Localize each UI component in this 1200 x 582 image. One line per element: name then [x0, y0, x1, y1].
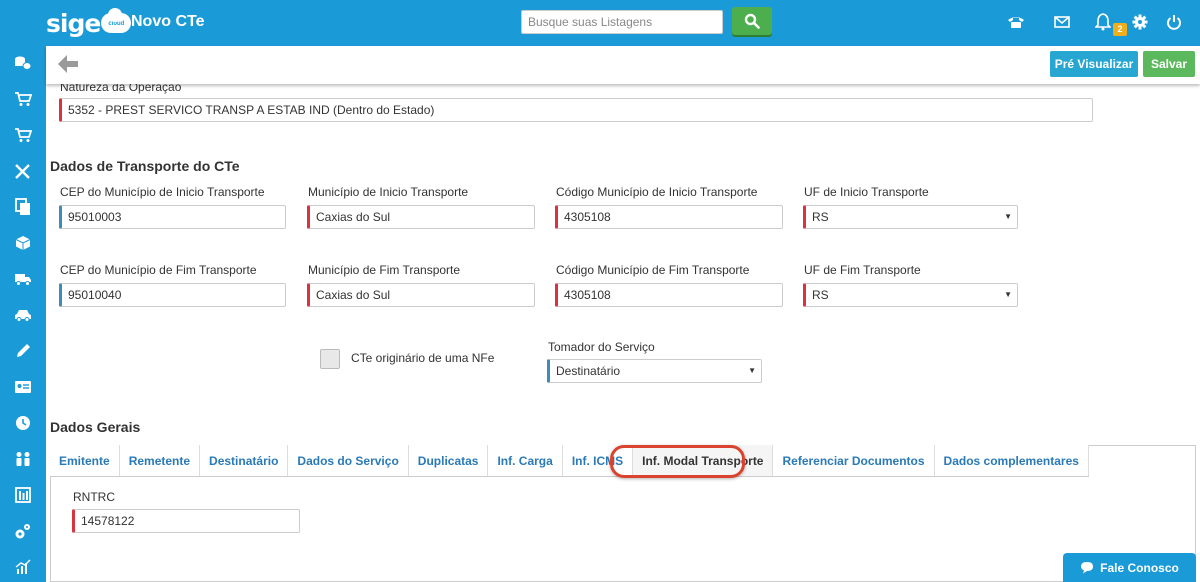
cep-inicio-field[interactable]: 95010003	[59, 205, 286, 229]
natureza-field[interactable]: 5352 - PREST SERVICO TRANSP A ESTAB IND …	[59, 98, 1093, 122]
cte-nfe-label: CTe originário de uma NFe	[351, 351, 495, 365]
sidebar-item-integrations[interactable]	[0, 516, 46, 546]
cod-fim-label: Código Município de Fim Transporte	[556, 263, 750, 277]
cart-icon	[15, 128, 32, 142]
cloud-icon: cloud	[101, 8, 132, 33]
uf-inicio-value: RS	[812, 210, 829, 224]
cep-fim-label: CEP do Município de Fim Transporte	[60, 263, 257, 277]
page-title: Novo CTe	[131, 13, 205, 30]
uf-inicio-select[interactable]: RS ▼	[803, 205, 1018, 229]
id-card-icon	[15, 381, 31, 393]
pencil-icon	[17, 344, 30, 357]
tab-inf-carga[interactable]: Inf. Carga	[488, 445, 563, 476]
tomador-value: Destinatário	[556, 364, 621, 378]
mun-fim-field[interactable]: Caxias do Sul	[307, 283, 535, 307]
tomador-label: Tomador do Serviço	[548, 340, 655, 354]
sidebar-item-products[interactable]	[0, 228, 46, 258]
truck-icon	[15, 274, 31, 286]
transporte-section-title: Dados de Transporte do CTe	[50, 158, 240, 174]
chevron-down-icon: ▼	[1004, 290, 1012, 299]
sidebar-item-documents[interactable]	[0, 192, 46, 222]
sidebar-item-users[interactable]	[0, 444, 46, 474]
uf-fim-label: UF de Fim Transporte	[804, 263, 921, 277]
tab-dados-complementares[interactable]: Dados complementares	[934, 445, 1089, 476]
back-arrow-icon[interactable]	[56, 53, 80, 75]
gear-icon[interactable]	[1130, 12, 1150, 32]
tab-inf-modal-transporte[interactable]: Inf. Modal Transporte	[633, 445, 774, 476]
phone-icon[interactable]	[1006, 12, 1026, 32]
search-input[interactable]	[521, 10, 723, 34]
tab-inf-icms[interactable]: Inf. ICMS	[562, 445, 634, 476]
tab-emitente[interactable]: Emitente	[50, 445, 120, 476]
chevron-down-icon: ▼	[1004, 212, 1012, 221]
cod-inicio-label: Código Município de Inicio Transporte	[556, 185, 758, 199]
mail-icon[interactable]	[1052, 12, 1072, 32]
uf-fim-select[interactable]: RS ▼	[803, 283, 1018, 307]
rntrc-label: RNTRC	[73, 490, 115, 504]
logo-text: sige	[46, 8, 101, 38]
cube-icon	[15, 236, 31, 250]
cod-inicio-field[interactable]: 4305108	[555, 205, 783, 229]
copy-icon	[15, 198, 30, 215]
cep-inicio-label: CEP do Município de Inicio Transporte	[60, 185, 265, 199]
chat-button[interactable]: Fale Conosco	[1063, 553, 1196, 582]
save-button[interactable]: Salvar	[1143, 51, 1195, 77]
mun-inicio-field[interactable]: Caxias do Sul	[307, 205, 535, 229]
cod-fim-field[interactable]: 4305108	[555, 283, 783, 307]
notification-badge: 2	[1113, 23, 1127, 36]
tab-destinatario[interactable]: Destinatário	[200, 445, 289, 476]
cte-nfe-checkbox[interactable]	[320, 349, 340, 369]
tools-icon	[15, 164, 30, 179]
preview-button[interactable]: Pré Visualizar	[1050, 51, 1138, 77]
top-bar: sige cloud Novo CTe 2	[0, 0, 1200, 46]
action-toolbar: Pré Visualizar Salvar	[46, 46, 1200, 84]
uf-inicio-label: UF de Inicio Transporte	[804, 185, 929, 199]
tab-referenciar-documentos[interactable]: Referenciar Documentos	[773, 445, 935, 476]
sige-logo[interactable]: sige cloud	[46, 8, 132, 38]
tab-dados-servico[interactable]: Dados do Serviço	[288, 445, 409, 476]
sidebar-item-finance[interactable]	[0, 48, 46, 78]
sidebar-item-fleet[interactable]	[0, 300, 46, 330]
sidebar	[0, 46, 46, 582]
power-icon[interactable]	[1164, 12, 1184, 32]
car-icon	[15, 310, 31, 322]
search-button[interactable]	[732, 7, 772, 35]
sidebar-item-sales[interactable]	[0, 84, 46, 114]
sidebar-item-shipping[interactable]	[0, 264, 46, 294]
tab-duplicatas[interactable]: Duplicatas	[408, 445, 489, 476]
users-icon	[16, 452, 30, 466]
cep-fim-field[interactable]: 95010040	[59, 283, 286, 307]
cogs-icon	[15, 524, 30, 539]
sidebar-item-contacts[interactable]	[0, 372, 46, 402]
tab-strip: Emitente Remetente Destinatário Dados do…	[50, 445, 1089, 477]
sidebar-item-purchases[interactable]	[0, 120, 46, 150]
chevron-down-icon: ▼	[748, 366, 756, 375]
clock-icon	[16, 416, 30, 430]
sidebar-item-analytics[interactable]	[0, 552, 46, 582]
mun-inicio-label: Município de Inicio Transporte	[308, 185, 469, 199]
coins-icon	[15, 56, 32, 70]
chat-label: Fale Conosco	[1100, 560, 1179, 575]
sidebar-item-services[interactable]	[0, 156, 46, 186]
columns-icon	[15, 487, 31, 503]
tab-remetente[interactable]: Remetente	[119, 445, 201, 476]
uf-fim-value: RS	[812, 288, 829, 302]
chart-icon	[15, 559, 31, 574]
mun-fim-label: Município de Fim Transporte	[308, 263, 461, 277]
cart-icon	[15, 92, 32, 106]
gerais-section-title: Dados Gerais	[50, 419, 141, 435]
sidebar-item-marketing[interactable]	[0, 336, 46, 366]
sidebar-item-reports[interactable]	[0, 480, 46, 510]
tomador-select[interactable]: Destinatário ▼	[547, 359, 762, 383]
bell-icon[interactable]	[1093, 12, 1113, 32]
search-icon	[744, 13, 760, 29]
rntrc-field[interactable]: 14578122	[72, 509, 300, 533]
sidebar-item-time[interactable]	[0, 408, 46, 438]
chat-bubble-icon	[1081, 562, 1094, 574]
